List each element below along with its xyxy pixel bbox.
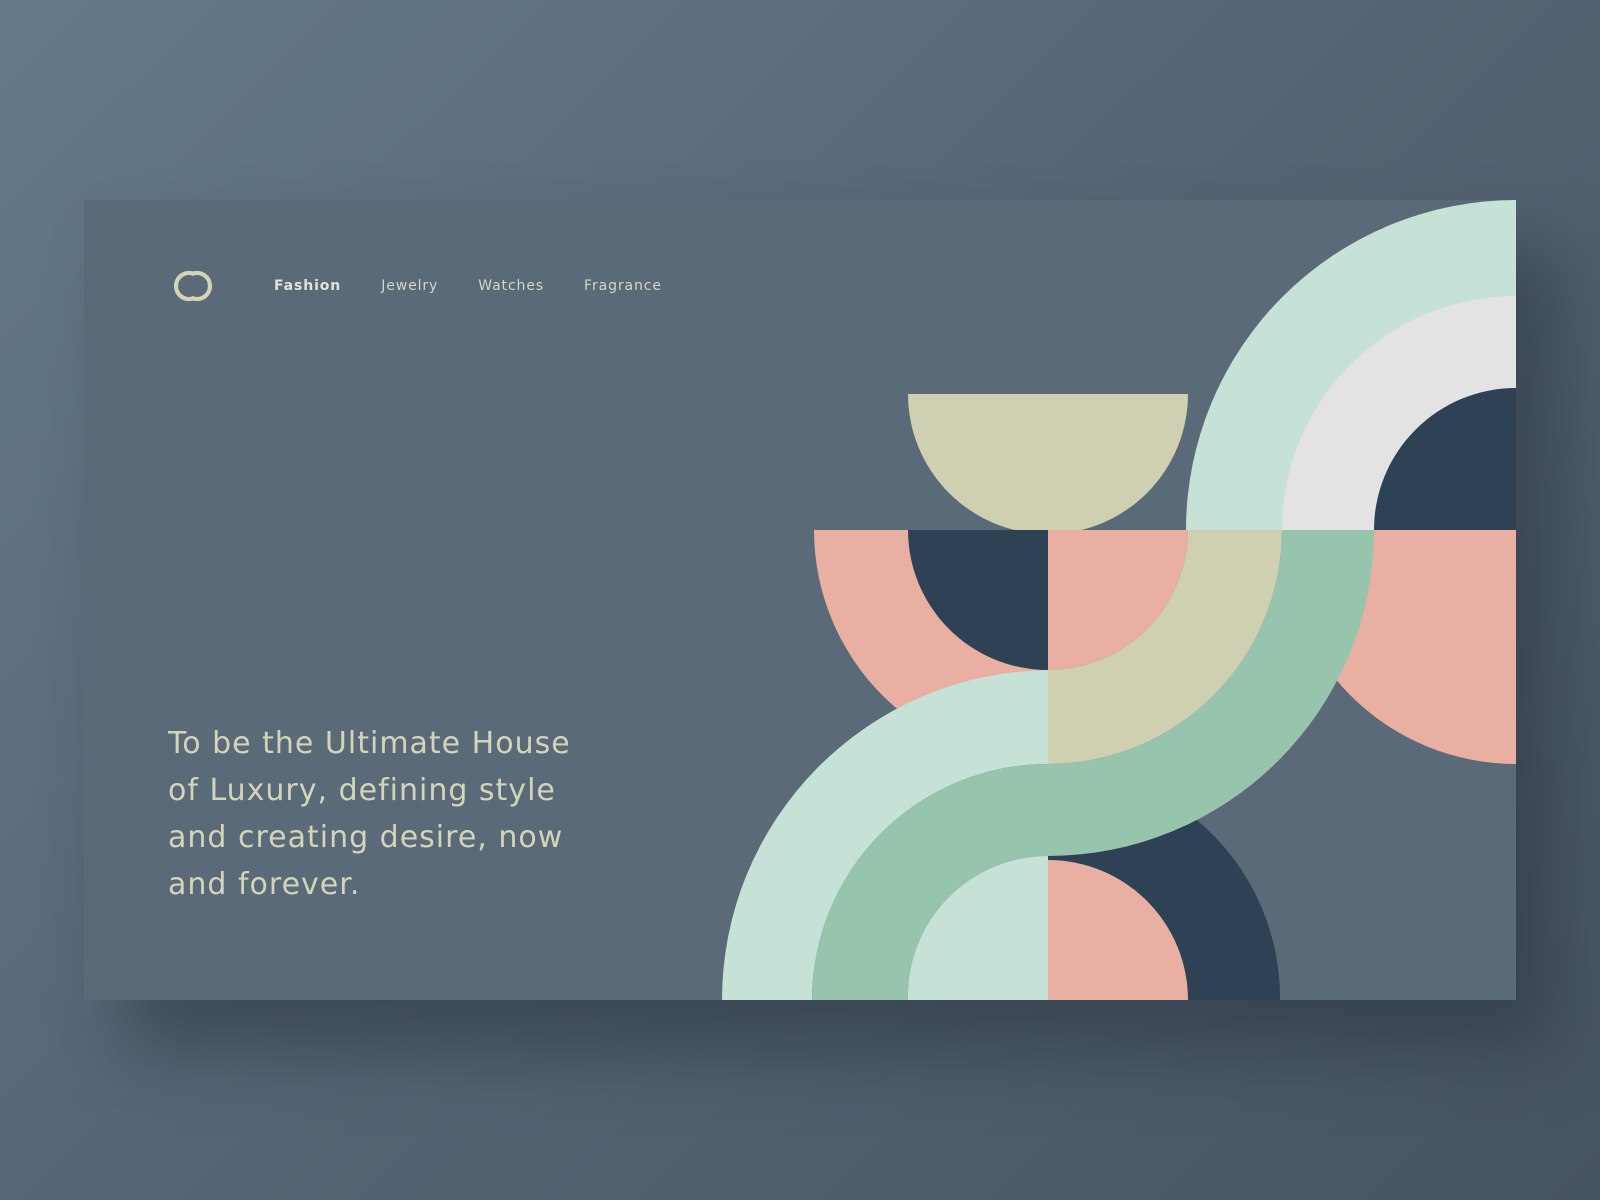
main-nav: Fashion Jewelry Watches Fragrance xyxy=(168,266,702,306)
nav-item-fashion[interactable]: Fashion xyxy=(274,278,341,294)
nav-item-fragrance[interactable]: Fragrance xyxy=(584,278,662,294)
interlocking-cc-logo-icon[interactable] xyxy=(168,266,218,306)
hero-card: Fashion Jewelry Watches Fragrance To be … xyxy=(84,200,1516,1000)
nav-item-watches[interactable]: Watches xyxy=(478,278,544,294)
nav-item-jewelry[interactable]: Jewelry xyxy=(381,278,438,294)
khaki-bowl xyxy=(908,394,1188,534)
hero-tagline: To be the Ultimate House of Luxury, defi… xyxy=(168,726,571,902)
